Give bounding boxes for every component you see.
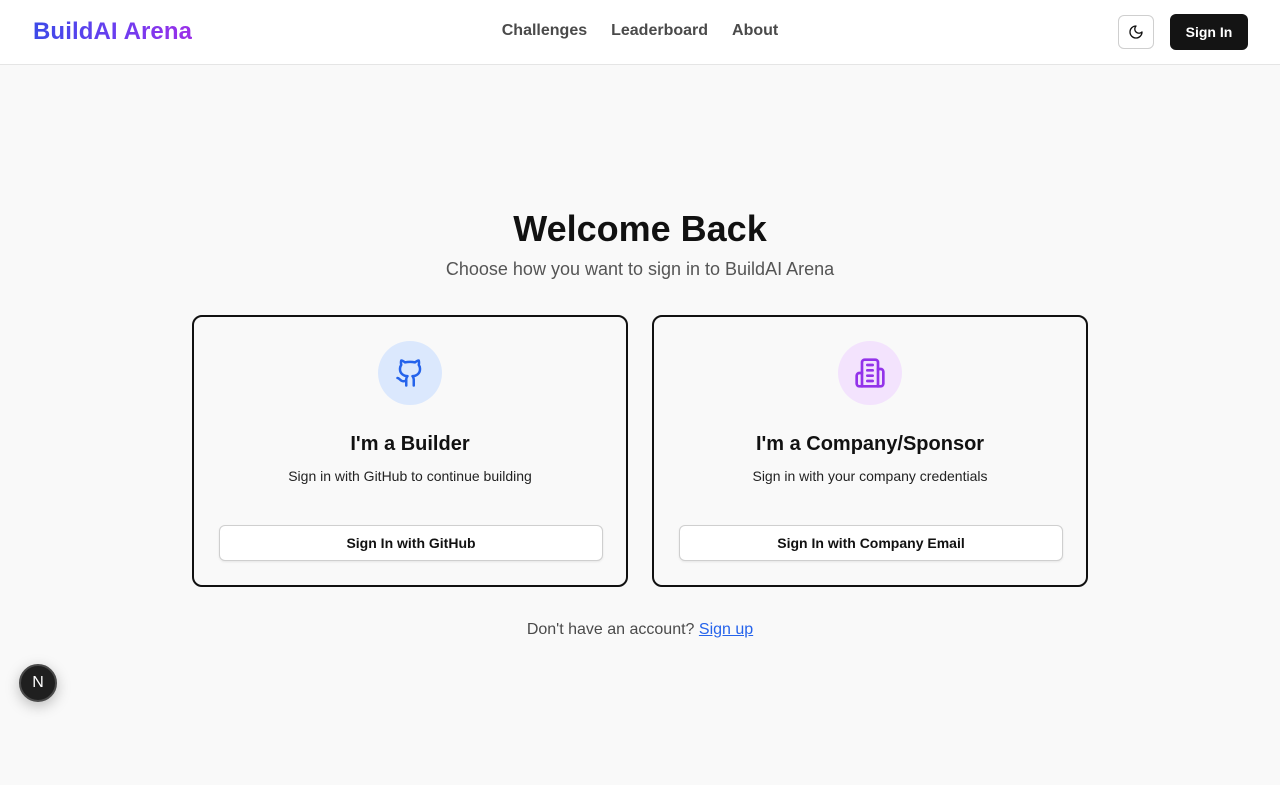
- signup-prompt-text: Don't have an account?: [526, 621, 695, 638]
- signup-link[interactable]: Sign up: [699, 621, 753, 638]
- dev-tools-badge[interactable]: N: [19, 664, 57, 702]
- moon-icon: [1129, 25, 1143, 39]
- nav-about[interactable]: About: [732, 22, 778, 40]
- builder-card: I'm a Builder Sign in with GitHub to con…: [192, 315, 628, 587]
- company-card-title: I'm a Company/Sponsor: [755, 433, 985, 455]
- nav-challenges[interactable]: Challenges: [502, 22, 587, 40]
- company-card: I'm a Company/Sponsor Sign in with your …: [652, 315, 1088, 587]
- company-email-sign-in-button[interactable]: Sign In with Company Email: [679, 525, 1063, 561]
- signup-prompt: Don't have an account? Sign up: [0, 621, 1280, 639]
- builder-icon-circle: [378, 341, 442, 405]
- builder-card-description: Sign in with GitHub to continue building: [288, 468, 532, 484]
- github-sign-in-button[interactable]: Sign In with GitHub: [219, 525, 603, 561]
- company-card-description: Sign in with your company credentials: [752, 468, 988, 484]
- logo[interactable]: BuildAI Arena: [33, 18, 192, 46]
- building-icon: [855, 358, 885, 388]
- top-navbar: BuildAI Arena Challenges Leaderboard Abo…: [0, 0, 1280, 65]
- page-title: Welcome Back: [513, 208, 767, 249]
- github-icon: [396, 359, 422, 387]
- page-subtitle: Choose how you want to sign in to BuildA…: [445, 259, 835, 279]
- theme-toggle-button[interactable]: [1118, 15, 1154, 49]
- nav-leaderboard[interactable]: Leaderboard: [611, 22, 708, 40]
- company-icon-circle: [838, 341, 902, 405]
- sign-in-button[interactable]: Sign In: [1170, 14, 1248, 50]
- builder-card-title: I'm a Builder: [350, 433, 470, 455]
